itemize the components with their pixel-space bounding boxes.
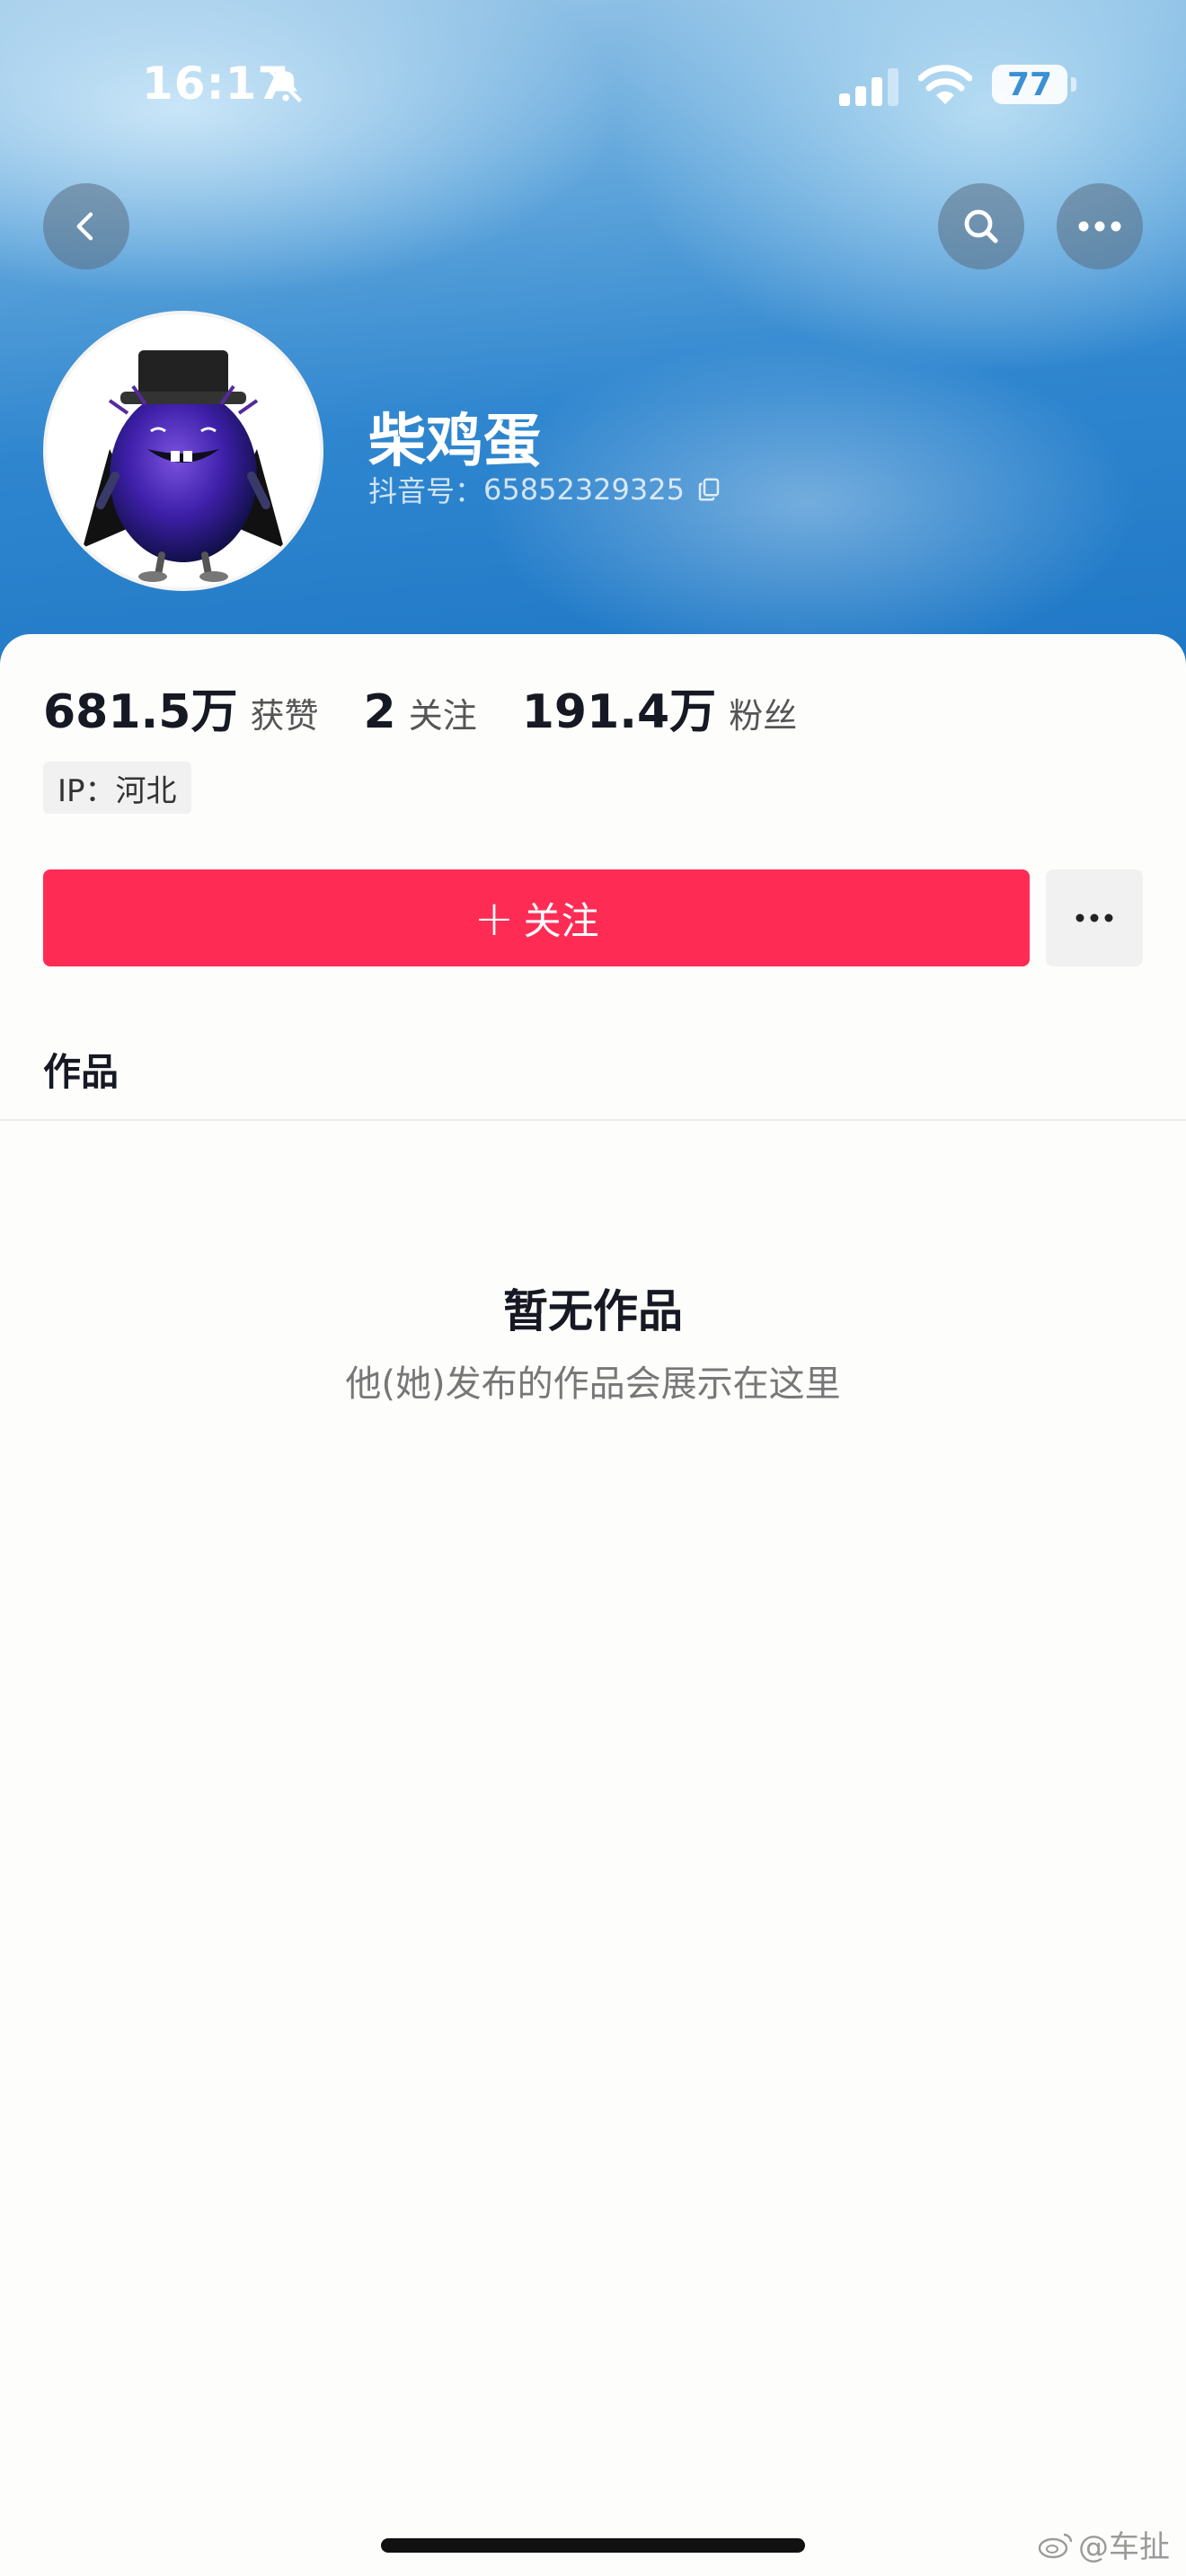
avatar[interactable]: [43, 311, 323, 591]
follow-button[interactable]: + 关注: [43, 869, 1030, 966]
more-options-button[interactable]: [1057, 183, 1143, 269]
watermark: @车扯: [1037, 2522, 1170, 2566]
ip-location-tag: IP：河北: [43, 762, 191, 814]
followers-count[interactable]: 191.4万: [522, 674, 716, 741]
search-button[interactable]: [938, 183, 1024, 269]
weibo-icon: [1038, 2533, 1073, 2558]
empty-state-title: 暂无作品: [503, 1285, 683, 1337]
home-indicator[interactable]: [381, 2538, 805, 2553]
profile-username: 柴鸡蛋: [368, 409, 541, 475]
followers-label[interactable]: 粉丝: [729, 688, 797, 737]
likes-count: 681.5万: [43, 685, 238, 739]
empty-state-subtitle: 他(她)发布的作品会展示在这里: [345, 1363, 841, 1405]
tab-divider: [0, 1119, 1186, 1121]
following-count[interactable]: 2: [364, 685, 396, 739]
back-button[interactable]: [43, 183, 129, 269]
battery-cap: [1071, 77, 1076, 92]
follow-button-label: 关注: [523, 898, 599, 943]
plus-icon: +: [474, 889, 515, 947]
more-horizontal-icon: [1075, 913, 1113, 922]
watermark-text: @车扯: [1078, 2529, 1170, 2565]
search-icon: [964, 209, 998, 243]
douyin-id[interactable]: 抖音号： 65852329325: [368, 469, 722, 510]
douyin-id-value: 65852329325: [483, 472, 685, 507]
chevron-left-icon: [76, 212, 93, 241]
likes-label: 获赞: [250, 696, 319, 736]
battery-indicator: 77: [992, 65, 1067, 104]
copy-icon[interactable]: [695, 476, 722, 503]
signal-icon: [839, 68, 898, 106]
avatar-character-image: [83, 350, 284, 582]
douyin-id-label: 抖音号：: [368, 474, 484, 508]
profile-stats: 681.5万 获赞 2 关注 191.4万 粉丝: [43, 674, 842, 741]
more-horizontal-icon: [1078, 221, 1121, 232]
tab-works[interactable]: 作品: [43, 1042, 119, 1097]
wifi-icon: [918, 65, 972, 104]
following-label[interactable]: 关注: [409, 688, 477, 737]
bell-slash-icon: [269, 69, 303, 103]
more-actions-button[interactable]: [1046, 869, 1143, 966]
